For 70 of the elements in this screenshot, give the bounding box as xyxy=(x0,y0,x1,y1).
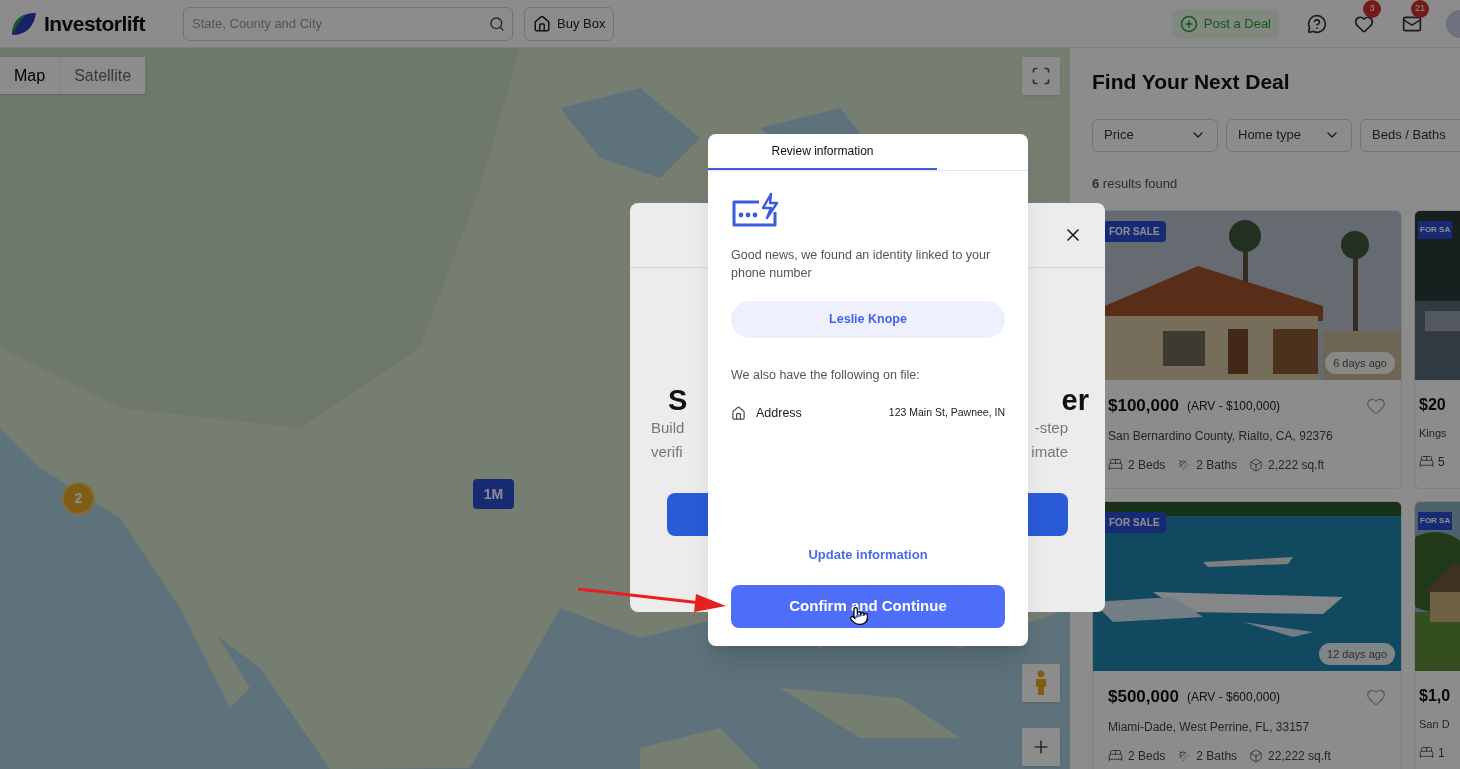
listing-card[interactable]: FOR SA $20 Kings 5 xyxy=(1414,210,1460,489)
arv-price: (ARV - $100,000) xyxy=(1186,397,1281,415)
listing-location: Kings xyxy=(1419,426,1448,441)
bed-icon xyxy=(1419,745,1434,760)
help-chat-icon[interactable] xyxy=(1307,13,1327,34)
fullscreen-button[interactable] xyxy=(1022,57,1060,95)
buy-box-button[interactable]: Buy Box xyxy=(524,6,615,41)
results-count: 6 results found xyxy=(1092,174,1179,193)
baths-count: 2 Baths xyxy=(1196,747,1238,765)
street-view-button[interactable] xyxy=(1022,664,1060,702)
home-icon xyxy=(533,14,551,33)
listing-price: $500,000 xyxy=(1108,686,1179,708)
listing-card[interactable]: FOR SALE 12 days ago $500,000 (ARV - $600,000) Miami-Dade, West Perrine, FL, 33157 2 Beds 2 Baths 22,222 sq.ft xyxy=(1092,501,1402,769)
dialog-text: verifi xyxy=(651,442,684,462)
beds-count: 1 xyxy=(1438,744,1445,762)
arv-price: (ARV - $600,000) xyxy=(1186,688,1281,706)
identity-message: Good news, we found an identity linked to your phone number xyxy=(731,247,992,282)
heart-icon[interactable] xyxy=(1354,13,1374,34)
dialog-heading: S xyxy=(668,386,688,415)
price-marker[interactable]: 1M xyxy=(473,479,514,509)
dialog-text: Build xyxy=(651,418,686,438)
leaf-logo-icon xyxy=(10,10,38,37)
map-type-tab[interactable]: Satellite xyxy=(59,57,146,94)
beds-count: 2 Beds xyxy=(1128,747,1166,765)
filter-dropdown[interactable]: Beds / Baths xyxy=(1360,118,1460,152)
update-information-link[interactable]: Update information xyxy=(808,544,928,564)
baths-count: 2 Baths xyxy=(1196,456,1238,474)
listing-location: San Bernardino County, Rialto, CA, 92376 xyxy=(1108,427,1334,445)
dialog-text: imate xyxy=(1031,442,1068,462)
beds-count: 5 xyxy=(1438,453,1445,471)
filter-dropdown[interactable]: Home type xyxy=(1226,118,1352,152)
area-size: 22,222 sq.ft xyxy=(1268,747,1331,765)
dialog-text: -step xyxy=(1034,418,1068,438)
zoom-in-button[interactable] xyxy=(1022,728,1060,766)
search-field[interactable]: State, County and City xyxy=(183,6,513,41)
dialog-heading: er xyxy=(1061,386,1089,415)
search-icon xyxy=(489,15,505,32)
listing-price: $1,0 xyxy=(1419,686,1452,706)
area-size: 2,222 sq.ft xyxy=(1268,456,1325,474)
beds-count: 2 Beds xyxy=(1128,456,1166,474)
filter-dropdown[interactable]: Price xyxy=(1092,118,1218,152)
listing-location: Miami-Dade, West Perrine, FL, 33157 xyxy=(1108,718,1311,736)
fullscreen-icon xyxy=(1031,66,1051,86)
pegman-icon xyxy=(1034,670,1048,696)
for-sale-badge: FOR SA xyxy=(1418,221,1453,239)
listing-price: $100,000 xyxy=(1108,395,1179,417)
bed-icon xyxy=(1419,454,1434,469)
identity-chip[interactable]: Leslie Knope xyxy=(731,301,1005,338)
listing-location: San D xyxy=(1419,717,1451,732)
dialog-tab[interactable]: Review information xyxy=(708,134,937,170)
brand-name[interactable]: Investorlift xyxy=(44,7,146,40)
field-label: Address xyxy=(756,404,802,422)
bed-icon xyxy=(1108,748,1123,763)
home-icon xyxy=(731,405,746,421)
confirm-button[interactable]: Confirm and Continue xyxy=(731,585,1005,628)
for-sale-badge: FOR SALE xyxy=(1103,512,1166,533)
on-file-label: We also have the following on file: xyxy=(731,367,921,384)
notification-badge: 21 xyxy=(1411,0,1429,18)
field-value: 123 Main St, Pawnee, IN xyxy=(888,405,1005,421)
cube-icon xyxy=(1249,748,1264,763)
notification-badge: 3 xyxy=(1363,0,1381,18)
bed-icon xyxy=(1108,457,1123,472)
plus-icon xyxy=(1179,14,1198,33)
listing-card[interactable]: FOR SA $1,0 San D 1 xyxy=(1414,501,1460,769)
for-sale-badge: FOR SALE xyxy=(1103,221,1166,242)
cube-icon xyxy=(1249,457,1264,472)
for-sale-badge: FOR SA xyxy=(1418,512,1453,530)
listing-price: $20 xyxy=(1419,395,1447,415)
page-title: Find Your Next Deal xyxy=(1092,69,1291,95)
keypad-lightning-icon xyxy=(731,192,779,228)
